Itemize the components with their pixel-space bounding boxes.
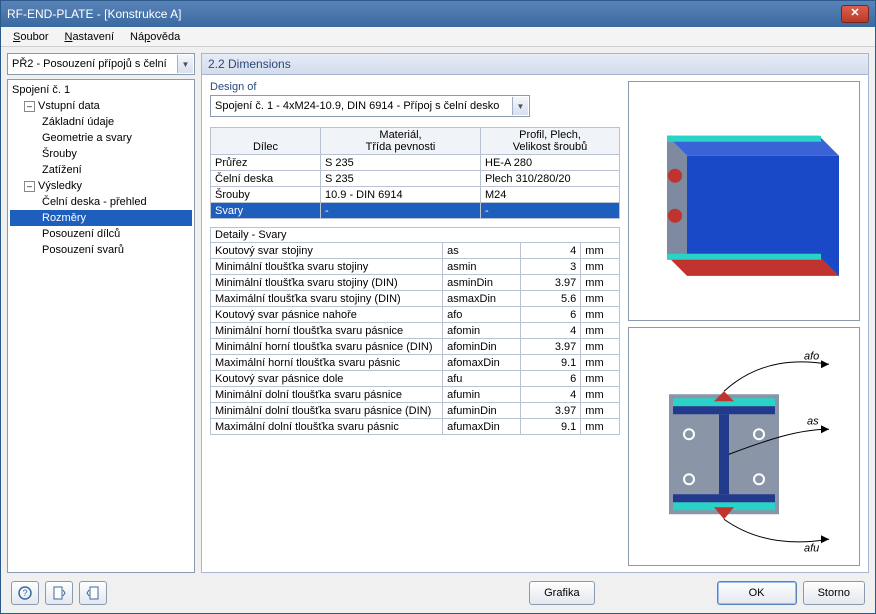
tree-item[interactable]: Základní údaje bbox=[10, 114, 192, 130]
tree-item[interactable]: Šrouby bbox=[10, 146, 192, 162]
menu-soubor[interactable]: Soubor bbox=[5, 29, 56, 45]
tree-group-input[interactable]: –Vstupní data bbox=[10, 98, 192, 114]
section-title: 2.2 Dimensions bbox=[201, 53, 869, 75]
tree-group-results[interactable]: –Výsledky bbox=[10, 178, 192, 194]
col-material: Materiál,Třída pevnosti bbox=[321, 128, 481, 155]
menubar: Soubor Nastavení Nápověda bbox=[1, 27, 875, 47]
details-table: Koutový svar stojinyas4mmMinimální tlouš… bbox=[210, 242, 620, 435]
design-of-label: Design of bbox=[210, 81, 620, 93]
tool-button-1[interactable] bbox=[45, 581, 73, 605]
design-combo[interactable]: Spojení č. 1 - 4xM24-10.9, DIN 6914 - Př… bbox=[210, 95, 530, 117]
close-button[interactable]: ✕ bbox=[841, 5, 869, 23]
storno-button[interactable]: Storno bbox=[803, 581, 865, 605]
table-row[interactable]: Minimální horní tloušťka svaru pásnice (… bbox=[211, 339, 620, 355]
table-row[interactable]: Čelní deskaS 235Plech 310/280/20 bbox=[211, 171, 620, 187]
tree-item[interactable]: Posouzení svarů bbox=[10, 242, 192, 258]
chevron-down-icon: ▼ bbox=[177, 55, 193, 73]
right-panel: 2.2 Dimensions Design of Spojení č. 1 - … bbox=[201, 53, 869, 573]
tree-item[interactable]: Čelní deska - přehled bbox=[10, 194, 192, 210]
minus-icon[interactable]: – bbox=[24, 181, 35, 192]
col-profile: Profil, Plech,Velikost šroubů bbox=[481, 128, 620, 155]
table-row[interactable]: Šrouby10.9 - DIN 6914M24 bbox=[211, 187, 620, 203]
table-row[interactable]: Minimální tloušťka svaru stojinyasmin3mm bbox=[211, 259, 620, 275]
graphic-2d[interactable]: afo as afu bbox=[628, 327, 860, 567]
table-row[interactable]: Koutový svar pásnice nahořeafo6mm bbox=[211, 307, 620, 323]
menu-nast-text: astavení bbox=[72, 31, 114, 43]
menu-nastaveni[interactable]: Nastavení bbox=[56, 29, 122, 45]
titlebar: RF-END-PLATE - [Konstrukce A] ✕ bbox=[1, 1, 875, 27]
col-dilec: Dílec bbox=[211, 128, 321, 155]
table-row[interactable]: Minimální dolní tloušťka svaru pásniceaf… bbox=[211, 387, 620, 403]
design-combo-value: Spojení č. 1 - 4xM24-10.9, DIN 6914 - Př… bbox=[215, 100, 499, 112]
table-row[interactable]: Maximální tloušťka svaru stojiny (DIN)as… bbox=[211, 291, 620, 307]
tree-item-selected[interactable]: Rozměry bbox=[10, 210, 192, 226]
tree-root[interactable]: Spojení č. 1 bbox=[10, 82, 192, 98]
label-as: as bbox=[807, 415, 819, 427]
graphic-3d[interactable] bbox=[628, 81, 860, 321]
label-afu: afu bbox=[804, 542, 819, 554]
nav-tree[interactable]: Spojení č. 1 –Vstupní data Základní údaj… bbox=[7, 79, 195, 573]
app-window: RF-END-PLATE - [Konstrukce A] ✕ Soubor N… bbox=[0, 0, 876, 614]
ok-button[interactable]: OK bbox=[717, 581, 797, 605]
details-caption: Detaily - Svary bbox=[210, 227, 620, 242]
table-row[interactable]: Koutový svar stojinyas4mm bbox=[211, 243, 620, 259]
table-row[interactable]: Minimální dolní tloušťka svaru pásnice (… bbox=[211, 403, 620, 419]
svg-text:?: ? bbox=[22, 588, 27, 598]
page-right-icon bbox=[86, 586, 100, 600]
chevron-down-icon: ▼ bbox=[512, 97, 528, 115]
table-row[interactable]: Minimální horní tloušťka svaru pásniceaf… bbox=[211, 323, 620, 339]
tree-item[interactable]: Geometrie a svary bbox=[10, 130, 192, 146]
table-row[interactable]: Maximální horní tloušťka svaru pásnicafo… bbox=[211, 355, 620, 371]
components-table: Dílec Materiál,Třída pevnosti Profil, Pl… bbox=[210, 127, 620, 219]
label-afo: afo bbox=[804, 350, 819, 362]
window-title: RF-END-PLATE - [Konstrukce A] bbox=[7, 7, 841, 21]
case-combo[interactable]: PŘ2 - Posouzení přípojů s čelní ▼ bbox=[7, 53, 195, 75]
tree-item[interactable]: Zatížení bbox=[10, 162, 192, 178]
table-row[interactable]: Maximální dolní tloušťka svaru pásnicafu… bbox=[211, 419, 620, 435]
tool-button-2[interactable] bbox=[79, 581, 107, 605]
grafika-button[interactable]: Grafika bbox=[529, 581, 594, 605]
menu-nap-text: ověda bbox=[150, 31, 180, 43]
case-combo-value: PŘ2 - Posouzení přípojů s čelní bbox=[12, 58, 167, 70]
menu-soubor-text: oubor bbox=[20, 31, 48, 43]
table-row[interactable]: PrůřezS 235HE-A 280 bbox=[211, 155, 620, 171]
help-icon: ? bbox=[18, 586, 32, 600]
page-left-icon bbox=[52, 586, 66, 600]
help-button[interactable]: ? bbox=[11, 581, 39, 605]
left-panel: PŘ2 - Posouzení přípojů s čelní ▼ Spojen… bbox=[7, 53, 195, 573]
tree-item[interactable]: Posouzení dílců bbox=[10, 226, 192, 242]
minus-icon[interactable]: – bbox=[24, 101, 35, 112]
menu-napoveda[interactable]: Nápověda bbox=[122, 29, 188, 45]
table-row[interactable]: Minimální tloušťka svaru stojiny (DIN)as… bbox=[211, 275, 620, 291]
graphics-column: afo as afu bbox=[628, 81, 860, 566]
table-row[interactable]: Svary-- bbox=[211, 203, 620, 219]
table-row[interactable]: Koutový svar pásnice doleafu6mm bbox=[211, 371, 620, 387]
footer: ? Grafika OK Storno bbox=[1, 573, 875, 613]
